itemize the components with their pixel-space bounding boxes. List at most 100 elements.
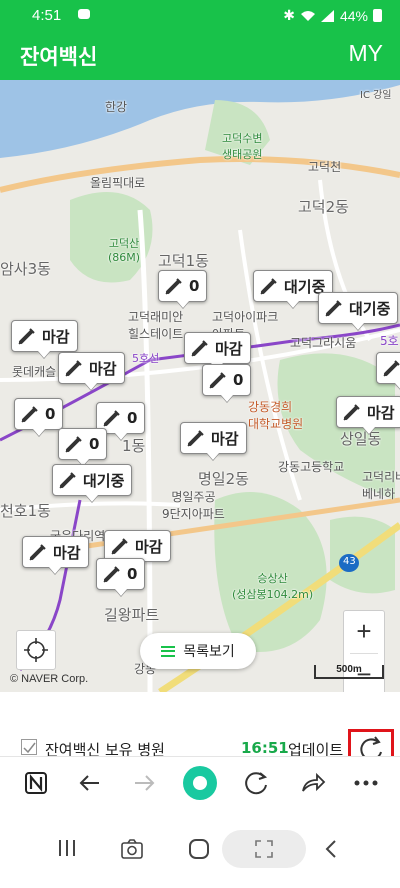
scan-pill[interactable]: [222, 830, 306, 868]
syringe-icon: [18, 328, 35, 345]
green-dot-icon[interactable]: [181, 764, 219, 802]
recent-apps-icon[interactable]: [56, 838, 78, 858]
syringe-icon: [191, 340, 208, 357]
hospital-marker[interactable]: 0: [14, 398, 64, 430]
marker-label: 마감: [215, 339, 243, 358]
back-arrow-icon[interactable]: [74, 767, 106, 799]
map-label-cheonho1dong: 천호1동: [0, 502, 51, 520]
hospital-marker[interactable]: 0: [58, 428, 108, 460]
map-label-gangdong-highschool: 강동고등학교: [278, 460, 345, 474]
app-title: 잔여백신: [20, 45, 98, 69]
syringe-icon: [343, 404, 360, 421]
signal-icon: [320, 9, 334, 22]
home-icon[interactable]: [188, 838, 210, 860]
battery-icon: [373, 9, 382, 22]
zoom-in-button[interactable]: +: [344, 611, 384, 653]
map-label-raemian: 고덕래미안 힐스테이트: [128, 310, 184, 341]
syringe-icon: [187, 430, 204, 447]
hospital-marker[interactable]: 마감: [58, 352, 125, 384]
scan-icon: [255, 840, 273, 858]
more-icon[interactable]: [350, 767, 382, 799]
marker-label: 0: [45, 405, 56, 423]
map-copyright: © NAVER Corp.: [10, 673, 89, 685]
map-label-myeongil2dong: 명일2동: [198, 470, 249, 488]
back-icon[interactable]: [322, 838, 340, 860]
hospital-marker[interactable]: 마감: [336, 396, 400, 428]
syringe-icon: [111, 538, 128, 555]
forward-arrow-icon[interactable]: [128, 767, 160, 799]
map-label-hangang: 한강: [105, 100, 128, 114]
marker-label: 대기중: [83, 471, 125, 490]
map-label-godeok-park: 고덕수변 생태공원: [222, 132, 263, 161]
hospital-marker[interactable]: 0: [96, 558, 146, 590]
marker-label: 0: [189, 277, 200, 295]
map-label-gilwang: 길왕파트: [104, 606, 160, 624]
map-label-seungsangsan: 승상산 (성삼봉104.2m): [232, 572, 314, 601]
map-label-line5-east: 5호: [380, 334, 399, 348]
syringe-icon: [21, 406, 38, 423]
map-label-kyunghee-hospital: 강동경희 대학교병원: [248, 400, 304, 431]
map-view[interactable]: 한강 올림픽대로 고덕수변 생태공원 고덕천 고덕2동 IC 강일 고덕산 (8…: [0, 80, 400, 692]
marker-label: 대기중: [349, 299, 391, 318]
map-label-lotte-castle: 롯데캐슬: [12, 365, 57, 379]
battery-text: 44%: [339, 7, 368, 24]
hospital-marker[interactable]: 0: [202, 364, 252, 396]
reload-icon[interactable]: [240, 767, 272, 799]
list-icon: [161, 645, 176, 657]
hospital-marker[interactable]: 0: [158, 270, 208, 302]
syringe-icon: [260, 278, 277, 295]
map-label-olympic-road: 올림픽대로: [90, 176, 146, 190]
marker-label: 0: [89, 435, 100, 453]
hospital-marker[interactable]: 마감: [180, 422, 247, 454]
my-button[interactable]: MY: [349, 40, 384, 67]
list-view-button[interactable]: 목록보기: [140, 633, 256, 669]
syringe-icon: [325, 300, 342, 317]
map-label-route-43: 43: [343, 556, 356, 567]
share-icon[interactable]: [297, 767, 329, 799]
app-header: 잔여백신 MY: [0, 30, 400, 80]
marker-label: 0: [233, 371, 244, 389]
my-location-button[interactable]: [16, 630, 56, 670]
map-label-grasium: 고덕그라시움: [290, 336, 357, 350]
syringe-icon: [165, 278, 182, 295]
hospital-marker[interactable]: 마감: [11, 320, 78, 352]
update-time: 16:51: [241, 739, 289, 757]
map-label-jugong-apt: 명일주공 9단지아파트: [162, 490, 225, 521]
syringe-icon: [209, 372, 226, 389]
syringe-icon: [103, 566, 120, 583]
marker-label: 마감: [42, 327, 70, 346]
map-label-riverside: 고덕리버 베네하: [362, 470, 400, 501]
update-bar: 잔여백신 보유 병원 16:51 업데이트: [0, 692, 400, 771]
status-bar: 4:51 ✱ 44%: [0, 0, 400, 30]
marker-label: 0: [127, 409, 138, 427]
syringe-icon: [59, 472, 76, 489]
marker-label: 마감: [135, 537, 163, 556]
marker-label: 마감: [211, 429, 239, 448]
hospital-marker[interactable]: 마감: [22, 536, 89, 568]
check-icon: [23, 742, 36, 754]
syringe-icon: [103, 410, 120, 427]
crosshair-icon: [24, 638, 48, 662]
map-label-godeok2dong: 고덕2동: [298, 198, 349, 216]
marker-label: 마감: [53, 543, 81, 562]
map-label-godeok1dong: 고덕1동: [158, 252, 209, 270]
hospital-marker[interactable]: 마감: [184, 332, 251, 364]
hospital-marker[interactable]: 대기중: [52, 464, 133, 496]
message-icon: [78, 9, 90, 19]
status-time: 4:51: [32, 7, 62, 24]
map-label-amsa3dong: 암사3동: [0, 260, 51, 278]
hospital-filter-checkbox[interactable]: [21, 739, 37, 755]
map-label-ic: IC 강일: [360, 90, 392, 101]
hospital-marker[interactable]: 0: [376, 352, 400, 384]
map-label-line5-west: 5호선: [132, 352, 160, 365]
browser-toolbar: [0, 756, 400, 808]
naver-home-icon[interactable]: [20, 767, 52, 799]
hospital-marker[interactable]: 대기중: [318, 292, 399, 324]
system-nav-bar: [0, 808, 400, 888]
marker-label: 0: [127, 565, 138, 583]
syringe-icon: [65, 360, 82, 377]
marker-label: 마감: [367, 403, 395, 422]
status-icons: ✱ 44%: [283, 7, 382, 24]
wifi-icon: [300, 10, 315, 21]
camera-icon[interactable]: [120, 838, 144, 860]
